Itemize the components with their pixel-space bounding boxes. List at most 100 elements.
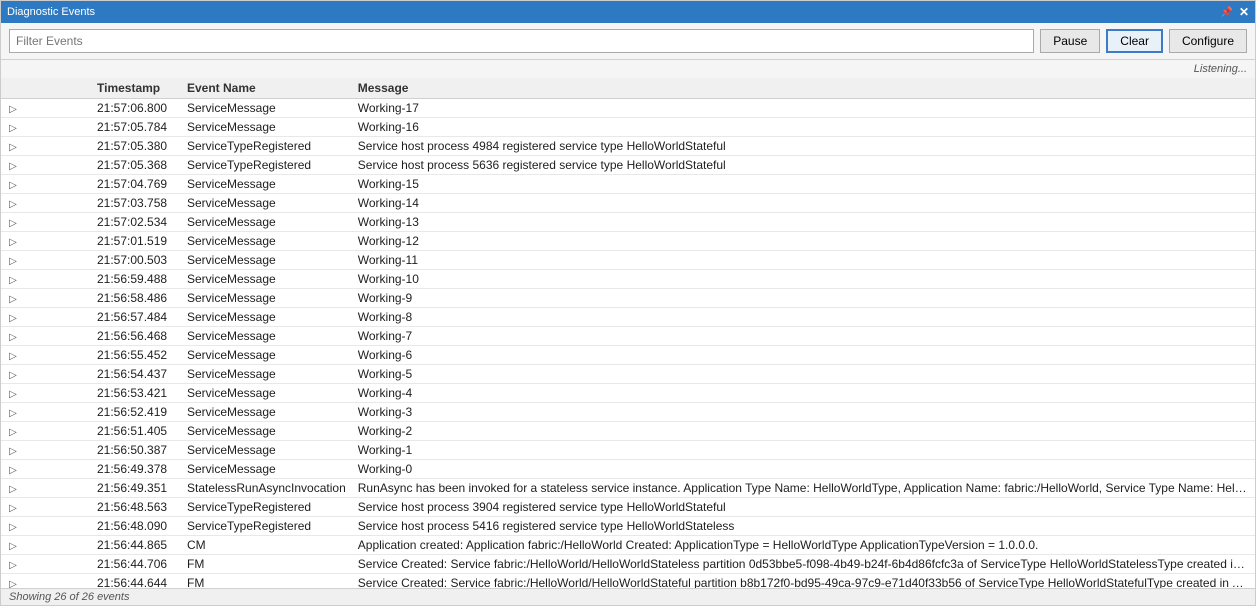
row-expander-icon[interactable]: ▷: [5, 541, 21, 552]
row-expander-icon[interactable]: ▷: [5, 256, 21, 267]
cell-timestamp: 21:57:04.769: [91, 175, 181, 194]
cell-eventname: ServiceMessage: [181, 403, 352, 422]
row-expander-icon[interactable]: ▷: [5, 199, 21, 210]
row-expander-icon[interactable]: ▷: [5, 465, 21, 476]
table-row[interactable]: ▷ 21:56:56.468ServiceMessageWorking-7: [1, 327, 1255, 346]
table-row[interactable]: ▷21:56:53.421ServiceMessageWorking-4: [1, 384, 1255, 403]
cell-eventname: ServiceMessage: [181, 118, 352, 137]
row-expander-icon[interactable]: ▷: [5, 427, 21, 438]
cell-eventname: FM: [181, 574, 352, 589]
table-row[interactable]: ▷21:56:52.419ServiceMessageWorking-3: [1, 403, 1255, 422]
row-expander-icon[interactable]: ▷: [5, 313, 21, 324]
clear-button[interactable]: Clear: [1106, 29, 1163, 53]
cell-eventname: ServiceMessage: [181, 327, 352, 346]
cell-message: Working-16: [352, 118, 1255, 137]
row-expander-icon[interactable]: ▷: [5, 484, 21, 495]
table-row[interactable]: ▷21:56:48.090ServiceTypeRegisteredServic…: [1, 517, 1255, 536]
cell-message: Working-7: [352, 327, 1255, 346]
cell-message: Working-10: [352, 270, 1255, 289]
table-row[interactable]: ▷21:56:49.351StatelessRunAsyncInvocation…: [1, 479, 1255, 498]
row-expander-icon[interactable]: ▷: [5, 237, 21, 248]
table-row[interactable]: ▷21:56:57.484ServiceMessageWorking-8: [1, 308, 1255, 327]
table-row[interactable]: ▷ 21:57:04.769ServiceMessageWorking-15: [1, 175, 1255, 194]
row-expander-icon[interactable]: ▷: [5, 351, 21, 362]
close-icon[interactable]: ✕: [1239, 5, 1249, 19]
table-row[interactable]: ▷21:56:59.488ServiceMessageWorking-10: [1, 270, 1255, 289]
cell-timestamp: 21:57:05.784: [91, 118, 181, 137]
cell-timestamp: 21:56:56.468: [91, 327, 181, 346]
cell-eventname: FM: [181, 555, 352, 574]
row-expander-icon[interactable]: ▷: [5, 332, 21, 343]
table-row[interactable]: ▷21:57:05.380ServiceTypeRegisteredServic…: [1, 137, 1255, 156]
row-expander-icon[interactable]: ▷: [5, 180, 21, 191]
cell-message: Working-0: [352, 460, 1255, 479]
cell-message: Service Created: Service fabric:/HelloWo…: [352, 555, 1255, 574]
row-expander-icon[interactable]: ▷: [5, 370, 21, 381]
table-row[interactable]: ▷21:56:50.387ServiceMessageWorking-1: [1, 441, 1255, 460]
cell-message: Service host process 5416 registered ser…: [352, 517, 1255, 536]
table-row[interactable]: ▷21:57:02.534ServiceMessageWorking-13: [1, 213, 1255, 232]
cell-message: Working-12: [352, 232, 1255, 251]
cell-eventname: ServiceMessage: [181, 175, 352, 194]
cell-eventname: ServiceTypeRegistered: [181, 156, 352, 175]
filter-input[interactable]: [9, 29, 1034, 53]
cell-eventname: ServiceTypeRegistered: [181, 517, 352, 536]
row-expander-icon[interactable]: ▷: [5, 446, 21, 457]
cell-eventname: ServiceMessage: [181, 460, 352, 479]
cell-timestamp: 21:56:48.563: [91, 498, 181, 517]
cell-eventname: ServiceMessage: [181, 213, 352, 232]
cell-timestamp: 21:56:57.484: [91, 308, 181, 327]
table-row[interactable]: ▷21:57:03.758ServiceMessageWorking-14: [1, 194, 1255, 213]
row-expander-icon[interactable]: ▷: [5, 503, 21, 514]
cell-eventname: ServiceMessage: [181, 251, 352, 270]
cell-message: Working-11: [352, 251, 1255, 270]
table-row[interactable]: ▷21:57:05.368ServiceTypeRegisteredServic…: [1, 156, 1255, 175]
table-row[interactable]: ▷21:56:48.563ServiceTypeRegisteredServic…: [1, 498, 1255, 517]
cell-message: Working-5: [352, 365, 1255, 384]
cell-message: Working-15: [352, 175, 1255, 194]
table-row[interactable]: ▷21:56:44.706FMService Created: Service …: [1, 555, 1255, 574]
table-row[interactable]: ▷21:56:55.452ServiceMessageWorking-6: [1, 346, 1255, 365]
row-expander-icon[interactable]: ▷: [5, 389, 21, 400]
cell-eventname: ServiceMessage: [181, 384, 352, 403]
row-expander-icon[interactable]: ▷: [5, 294, 21, 305]
row-expander-icon[interactable]: ▷: [5, 161, 21, 172]
row-expander-icon[interactable]: ▷: [5, 579, 21, 588]
table-row[interactable]: ▷ 21:57:05.784ServiceMessageWorking-16: [1, 118, 1255, 137]
table-row[interactable]: ▷21:56:49.378ServiceMessageWorking-0: [1, 460, 1255, 479]
row-expander-icon[interactable]: ▷: [5, 560, 21, 571]
col-header-timestamp: [1, 78, 91, 99]
cell-message: Service host process 4984 registered ser…: [352, 137, 1255, 156]
cell-message: Service Created: Service fabric:/HelloWo…: [352, 574, 1255, 589]
row-expander-icon[interactable]: ▷: [5, 275, 21, 286]
table-row[interactable]: ▷ 21:57:00.503ServiceMessageWorking-11: [1, 251, 1255, 270]
row-expander-icon[interactable]: ▷: [5, 104, 21, 115]
table-row[interactable]: ▷21:57:06.800ServiceMessageWorking-17: [1, 99, 1255, 118]
events-table-container[interactable]: Timestamp Event Name Message ▷21:57:06.8…: [1, 78, 1255, 588]
table-row[interactable]: ▷21:56:44.865CMApplication created: Appl…: [1, 536, 1255, 555]
cell-eventname: ServiceMessage: [181, 365, 352, 384]
cell-timestamp: 21:57:00.503: [91, 251, 181, 270]
cell-message: Application created: Application fabric:…: [352, 536, 1255, 555]
row-expander-icon[interactable]: ▷: [5, 123, 21, 134]
cell-timestamp: 21:56:53.421: [91, 384, 181, 403]
cell-timestamp: 21:57:03.758: [91, 194, 181, 213]
row-expander-icon[interactable]: ▷: [5, 522, 21, 533]
cell-timestamp: 21:57:01.519: [91, 232, 181, 251]
row-expander-icon[interactable]: ▷: [5, 408, 21, 419]
cell-timestamp: 21:56:59.488: [91, 270, 181, 289]
table-row[interactable]: ▷21:56:58.486ServiceMessageWorking-9: [1, 289, 1255, 308]
row-expander-icon[interactable]: ▷: [5, 218, 21, 229]
pin-icon[interactable]: 📌: [1220, 7, 1232, 18]
table-row[interactable]: ▷21:56:51.405ServiceMessageWorking-2: [1, 422, 1255, 441]
cell-message: Working-3: [352, 403, 1255, 422]
table-row[interactable]: ▷21:56:44.644FMService Created: Service …: [1, 574, 1255, 589]
cell-message: Working-13: [352, 213, 1255, 232]
table-row[interactable]: ▷21:56:54.437ServiceMessageWorking-5: [1, 365, 1255, 384]
table-body: ▷21:57:06.800ServiceMessageWorking-17▷21…: [1, 99, 1255, 589]
table-row[interactable]: ▷21:57:01.519ServiceMessageWorking-12: [1, 232, 1255, 251]
cell-timestamp: 21:56:51.405: [91, 422, 181, 441]
row-expander-icon[interactable]: ▷: [5, 142, 21, 153]
configure-button[interactable]: Configure: [1169, 29, 1247, 53]
pause-button[interactable]: Pause: [1040, 29, 1100, 53]
